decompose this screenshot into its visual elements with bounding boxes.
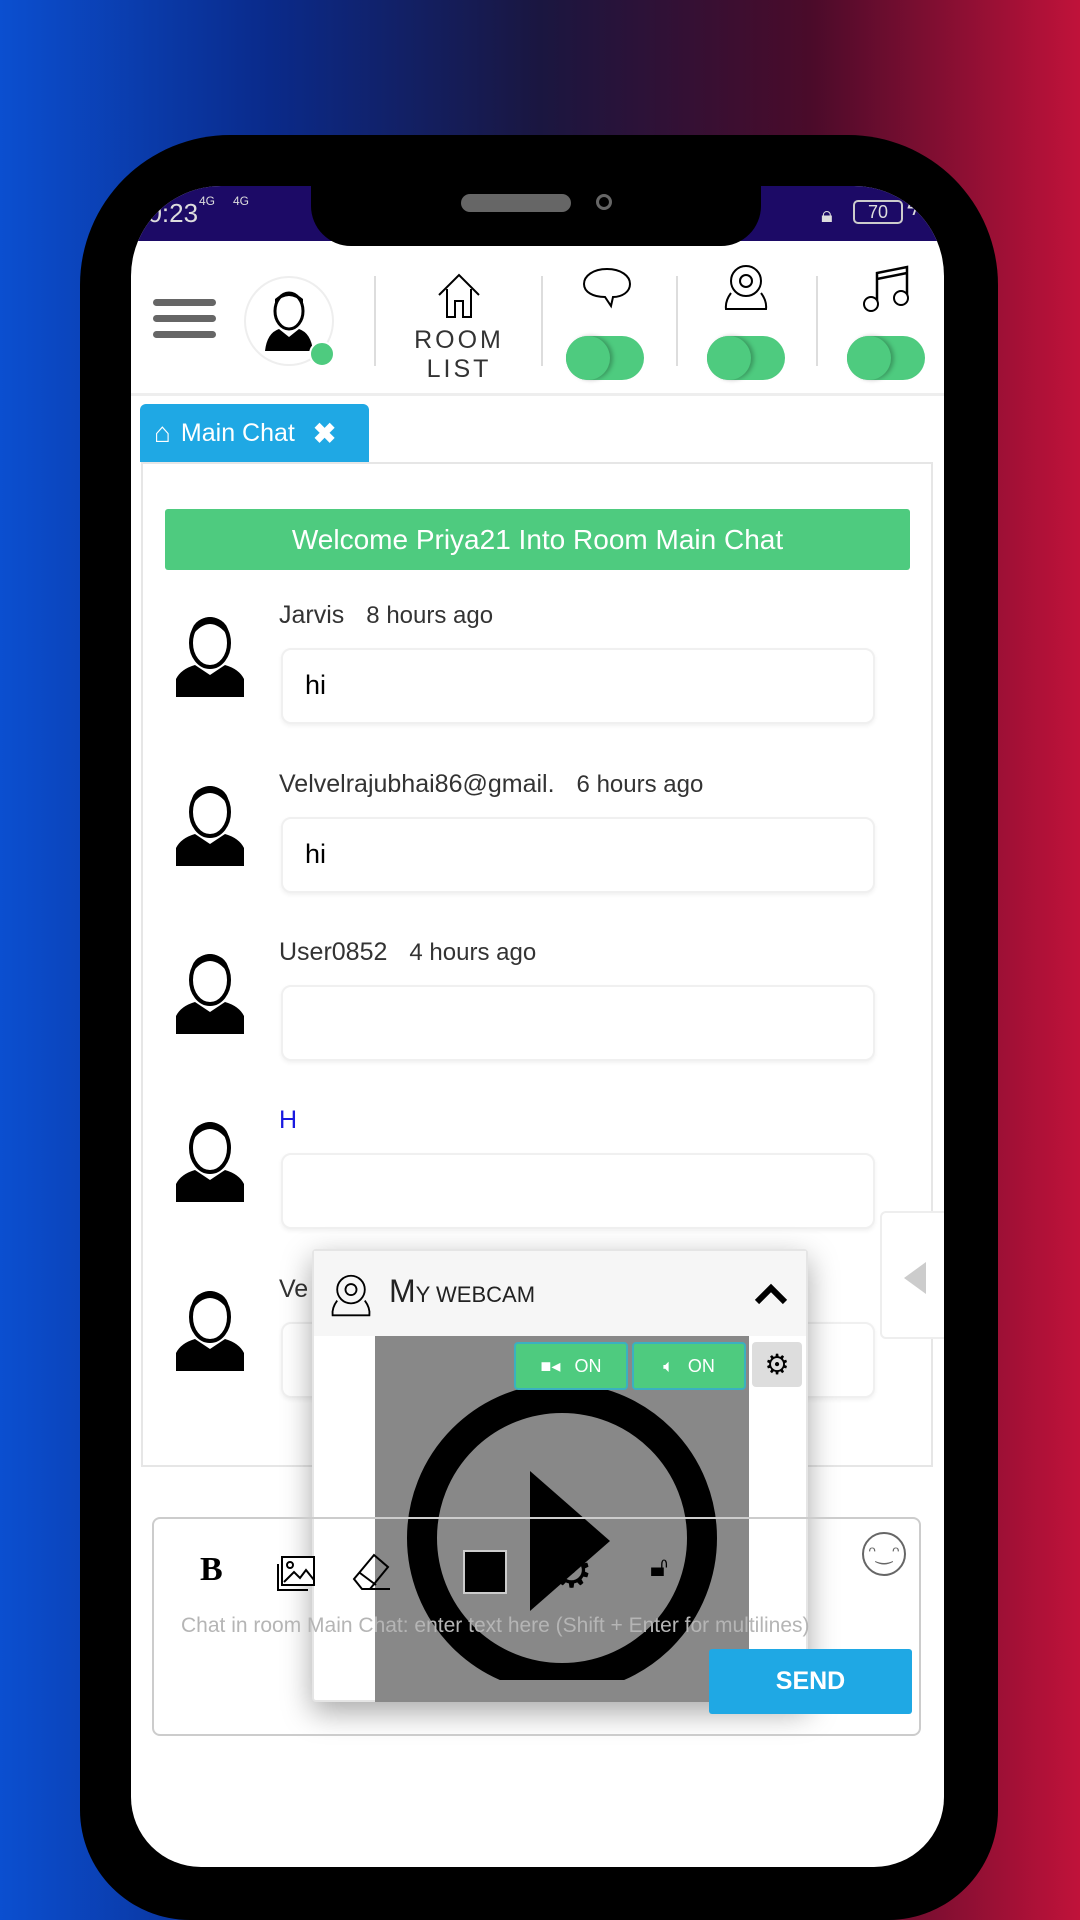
webcam-title: MY WEBCAM <box>389 1273 536 1309</box>
status-time: 10:23 <box>133 198 199 228</box>
divider <box>374 276 376 366</box>
chevron-left-icon <box>904 1262 926 1294</box>
chat-toggle[interactable] <box>566 336 644 380</box>
webcam-icon <box>331 1274 371 1317</box>
unlock-icon[interactable]: 🔓︎ <box>650 1551 668 1584</box>
message-username[interactable]: User0852 <box>279 938 387 966</box>
message-avatar[interactable] <box>173 613 247 697</box>
chat-panel: Welcome Priya21 Into Room Main Chat Jarv… <box>141 462 944 1702</box>
emoji-icon[interactable]: ᵔ‿ᵔ <box>862 1532 906 1576</box>
message-avatar[interactable] <box>173 1287 247 1371</box>
message-avatar[interactable] <box>173 950 247 1034</box>
chat-input[interactable]: Chat in room Main Chat: enter text here … <box>181 1614 810 1638</box>
side-panel-toggle[interactable] <box>880 1211 944 1339</box>
message-bubble: hi <box>281 648 875 724</box>
music-note-icon <box>863 265 909 312</box>
video-camera-icon: ■◂ <box>540 1355 561 1376</box>
message-username[interactable]: Ve <box>279 1275 308 1303</box>
text-color-swatch[interactable] <box>463 1550 507 1594</box>
message-time: 6 hours ago <box>576 771 704 798</box>
eraser-icon[interactable] <box>348 1549 394 1595</box>
user-avatar-icon <box>265 291 313 351</box>
message-avatar[interactable] <box>173 782 247 866</box>
close-tab-icon[interactable]: ✖ <box>313 417 336 450</box>
welcome-banner: Welcome Priya21 Into Room Main Chat <box>165 509 910 570</box>
message-bubble <box>281 1153 875 1229</box>
webcam-settings-gear-icon[interactable]: ⚙ <box>752 1342 802 1387</box>
message-username[interactable]: Velvelrajubhai86@gmail. <box>279 770 555 798</box>
message-item: User0852 4 hours ago <box>143 938 933 1108</box>
charging-icon: ϟ <box>907 198 918 220</box>
battery-icon: 70 <box>853 200 903 224</box>
message-item: Jarvis 8 hours ago hi <box>143 601 933 771</box>
camera-notch <box>311 186 761 246</box>
rotation-lock-icon: 🔒︎ <box>821 202 833 227</box>
message-bubble <box>281 985 875 1061</box>
divider <box>816 276 818 366</box>
app-screen: 10:23 4G 4G 🔒︎ 70 ϟ ROOM LIST ⌂ Main Cha… <box>131 186 944 1867</box>
room-list-label: ROOM LIST <box>414 326 504 383</box>
tab-main-chat[interactable]: ⌂ Main Chat ✖ <box>140 404 369 462</box>
chat-bubble-icon <box>582 267 632 309</box>
message-time: 8 hours ago <box>366 602 494 629</box>
divider <box>676 276 678 366</box>
message-username[interactable]: H <box>279 1106 297 1134</box>
webcam-toggle[interactable] <box>707 336 785 380</box>
audio-on-button[interactable]: 🔈︎ ON <box>632 1342 746 1390</box>
app-header: ROOM LIST <box>131 241 944 396</box>
video-on-button[interactable]: ■◂ ON <box>514 1342 628 1390</box>
chat-input-area: B ⚙ 🔓︎ ᵔ‿ᵔ Chat in room Main Chat: enter… <box>152 1517 921 1736</box>
home-icon <box>438 273 480 318</box>
message-avatar[interactable] <box>173 1118 247 1202</box>
home-icon: ⌂ <box>154 417 171 448</box>
webcam-header[interactable]: MY WEBCAM <box>314 1251 806 1336</box>
chevron-up-icon <box>754 1283 788 1305</box>
network-label: 4G <box>233 194 250 208</box>
hamburger-menu-icon[interactable] <box>153 299 216 338</box>
bold-button[interactable]: B <box>200 1551 223 1589</box>
music-toggle[interactable] <box>847 336 925 380</box>
message-username[interactable]: Jarvis <box>279 601 344 629</box>
network-label: 4G <box>199 194 216 208</box>
image-upload-icon[interactable] <box>274 1554 318 1594</box>
message-bubble: hi <box>281 817 875 893</box>
room-list-button[interactable]: ROOM LIST <box>379 271 539 384</box>
settings-gear-icon[interactable]: ⚙ <box>550 1543 593 1599</box>
divider <box>541 276 543 366</box>
message-time: 4 hours ago <box>409 939 537 966</box>
speaker-icon: 🔈︎ <box>663 1355 674 1376</box>
send-button[interactable]: SEND <box>709 1649 912 1714</box>
tab-label: Main Chat <box>180 418 295 447</box>
online-status-dot <box>309 341 335 367</box>
message-item: Velvelrajubhai86@gmail. 6 hours ago hi <box>143 770 933 940</box>
webcam-icon <box>724 265 768 310</box>
